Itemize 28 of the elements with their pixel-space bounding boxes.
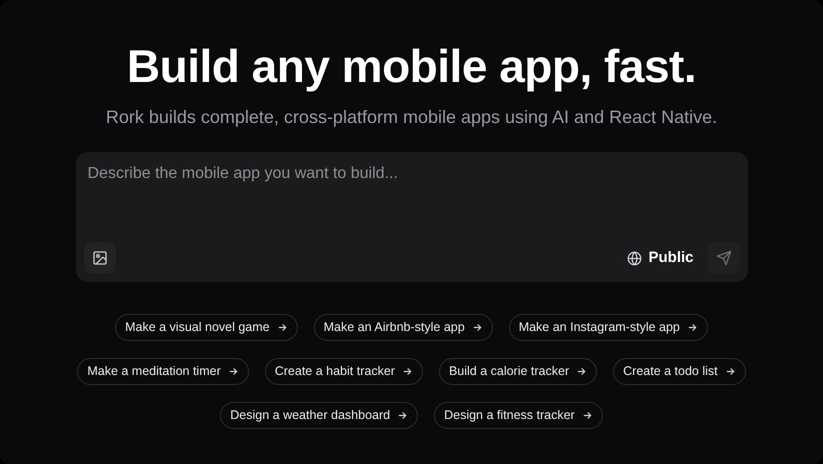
arrow-right-icon xyxy=(472,322,483,333)
suggestion-chip[interactable]: Make a visual novel game xyxy=(115,314,298,341)
image-icon xyxy=(92,250,108,266)
arrow-right-icon xyxy=(686,322,698,333)
arrow-right-icon xyxy=(397,410,408,421)
prompt-field[interactable]: Describe the mobile app you want to build... xyxy=(84,162,740,242)
arrow-right-icon xyxy=(582,410,593,421)
suggestion-chip[interactable]: Make a meditation timer xyxy=(77,358,249,385)
prompt-box[interactable]: Describe the mobile app you want to build... Public xyxy=(76,152,748,282)
send-button[interactable] xyxy=(708,242,740,274)
globe-icon xyxy=(627,250,642,266)
suggestion-chip[interactable]: Design a weather dashboard xyxy=(220,402,418,429)
arrow-right-icon xyxy=(276,322,288,333)
send-icon xyxy=(716,250,732,266)
arrow-right-icon xyxy=(402,366,413,377)
suggestion-chip[interactable]: Design a fitness tracker xyxy=(434,402,603,429)
headline: Build any mobile app, fast. xyxy=(126,39,696,94)
suggestion-chip[interactable]: Make an Airbnb-style app xyxy=(314,314,493,341)
visibility-button[interactable]: Public xyxy=(627,246,694,270)
suggestion-chip[interactable]: Build a calorie tracker xyxy=(438,358,598,385)
suggestion-chip[interactable]: Make an Instagram-style app xyxy=(508,314,708,341)
image-upload-button[interactable] xyxy=(84,242,116,274)
arrow-right-icon xyxy=(228,366,239,377)
arrow-right-icon xyxy=(724,366,736,377)
suggestion-chip[interactable]: Create a habit tracker xyxy=(264,358,423,385)
suggestion-chip[interactable]: Create a todo list xyxy=(613,358,746,385)
arrow-right-icon xyxy=(576,366,588,377)
subtitle: Rork builds complete, cross-platform mobile apps using AI and React Native. xyxy=(106,106,718,129)
